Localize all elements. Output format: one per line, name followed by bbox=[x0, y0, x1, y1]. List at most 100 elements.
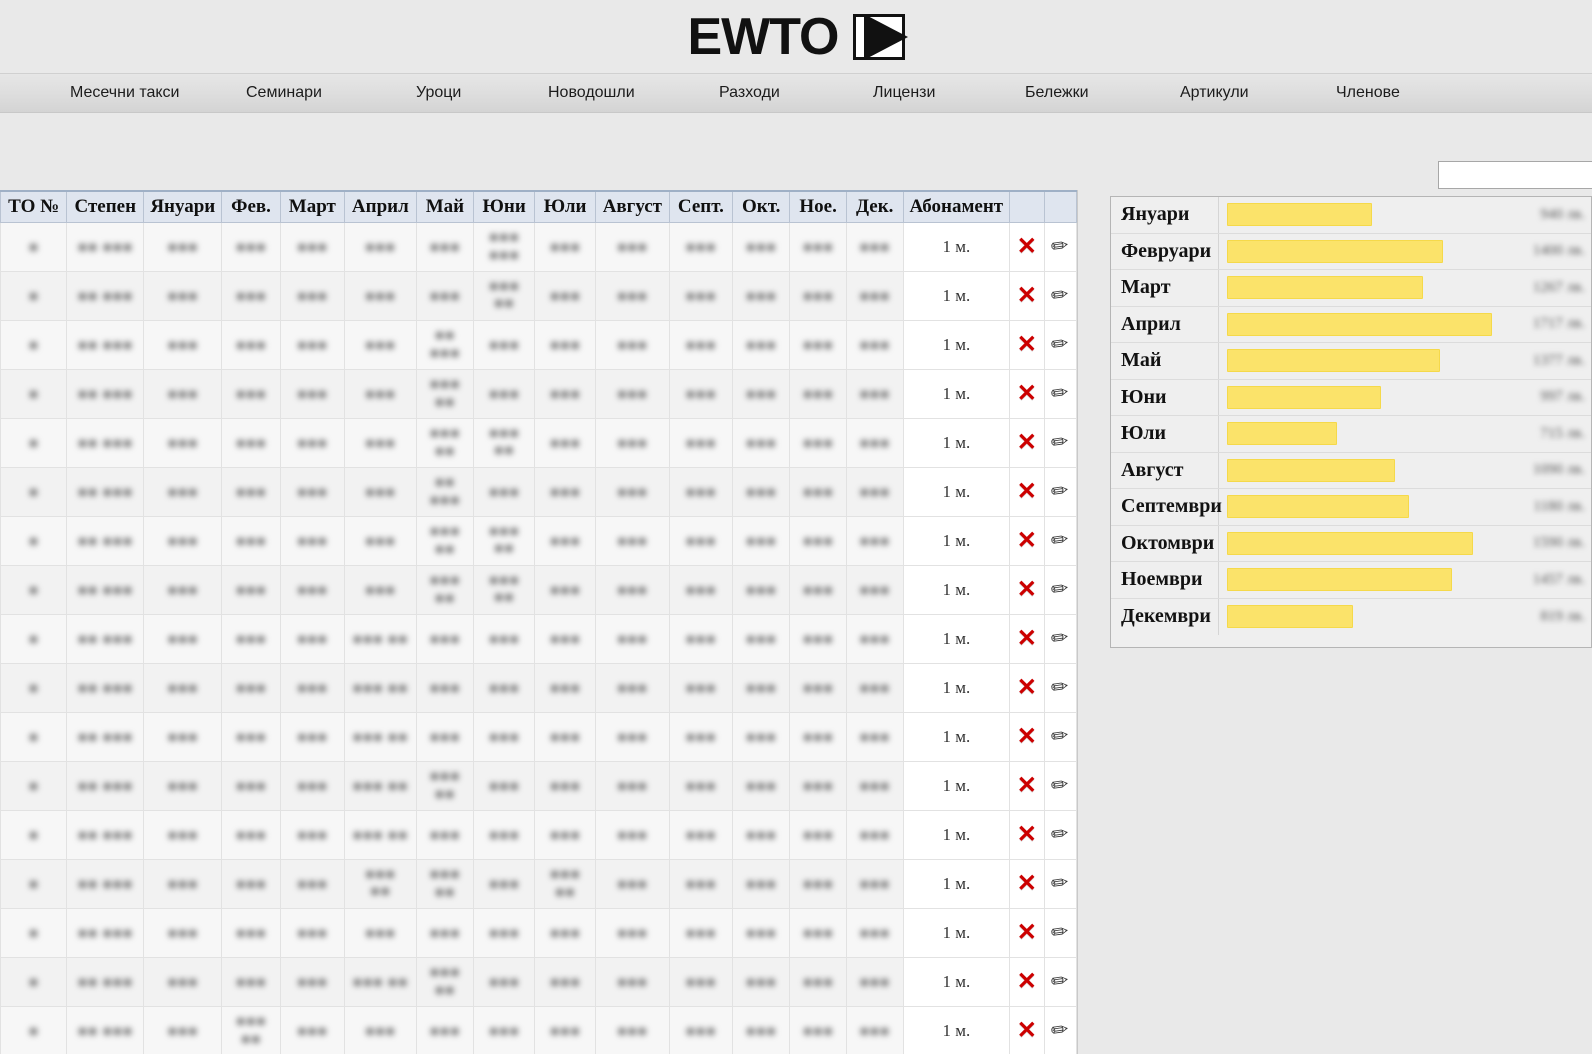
table-row[interactable]: ● ●● ●●● ●●● ●●● ●●● ●●● ●● ●●● ●● ●●● ●●● ●●● ●●●… bbox=[0, 761, 1077, 811]
edit-row-button[interactable]: ✏ bbox=[1043, 859, 1077, 909]
column-header-aug[interactable]: Август bbox=[594, 190, 670, 223]
edit-row-button[interactable]: ✏ bbox=[1043, 1006, 1077, 1054]
close-icon[interactable]: ✕ bbox=[1017, 382, 1037, 406]
table-row[interactable]: ● ●● ●●● ●●● ●●● ●●● ●●● ●● ●●● ●●● ●●● ●●● ●●● ●●●… bbox=[0, 320, 1077, 370]
table-row[interactable]: ● ●● ●●● ●●● ●●● ●●● ●●● ●● ●●● ●●● ●●● ●●● ●●● ●●●… bbox=[0, 467, 1077, 517]
pencil-icon[interactable]: ✏ bbox=[1050, 282, 1071, 308]
close-icon[interactable]: ✕ bbox=[1017, 725, 1037, 749]
edit-row-button[interactable]: ✏ bbox=[1043, 222, 1077, 272]
nav-item-5[interactable]: Разходи bbox=[719, 84, 780, 102]
close-icon[interactable]: ✕ bbox=[1017, 823, 1037, 847]
column-header-oct[interactable]: Окт. bbox=[732, 190, 791, 223]
delete-row-button[interactable]: ✕ bbox=[1009, 418, 1045, 468]
edit-row-button[interactable]: ✏ bbox=[1043, 516, 1077, 566]
close-icon[interactable]: ✕ bbox=[1017, 235, 1037, 259]
table-row[interactable]: ●●● ●●●●●●●●●●●●●●●●●●●●● ●●●●●●●●●●●●●●… bbox=[0, 222, 1077, 272]
members-table-container[interactable]: ТО № Степен Януари Фев. Март Април Май Юни Юли Ав… bbox=[0, 190, 1078, 1054]
column-header-degree[interactable]: Степен bbox=[66, 190, 145, 223]
close-icon[interactable]: ✕ bbox=[1017, 529, 1037, 553]
delete-row-button[interactable]: ✕ bbox=[1009, 1006, 1045, 1054]
delete-row-button[interactable]: ✕ bbox=[1009, 712, 1045, 762]
delete-row-button[interactable]: ✕ bbox=[1009, 810, 1045, 860]
table-row[interactable]: ● ●● ●●● ●●● ●●● ●●● ●●● ●●● ●● ●●● ●●● ●●● ●●● ●●●… bbox=[0, 369, 1077, 419]
delete-row-button[interactable]: ✕ bbox=[1009, 859, 1045, 909]
delete-row-button[interactable]: ✕ bbox=[1009, 565, 1045, 615]
table-row[interactable]: ● ●● ●●● ●●● ●●● ●●● ●●● ●●● ●● ●●● ●● ●●● ●●● ●●●… bbox=[0, 418, 1077, 468]
pencil-icon[interactable]: ✏ bbox=[1050, 772, 1071, 798]
column-header-may[interactable]: Май bbox=[415, 190, 475, 223]
pencil-icon[interactable]: ✏ bbox=[1050, 870, 1071, 896]
edit-row-button[interactable]: ✏ bbox=[1043, 320, 1077, 370]
edit-row-button[interactable]: ✏ bbox=[1043, 369, 1077, 419]
close-icon[interactable]: ✕ bbox=[1017, 431, 1037, 455]
table-row[interactable]: ● ●● ●●● ●●● ●●● ●●● ●●● ●● ●●● ●●● ●●● ●●● ●●● ●●●… bbox=[0, 712, 1077, 762]
column-header-dec[interactable]: Дек. bbox=[845, 190, 904, 223]
close-icon[interactable]: ✕ bbox=[1017, 676, 1037, 700]
delete-row-button[interactable]: ✕ bbox=[1009, 761, 1045, 811]
nav-item-6[interactable]: Лицензи bbox=[873, 84, 935, 102]
edit-row-button[interactable]: ✏ bbox=[1043, 957, 1077, 1007]
pencil-icon[interactable]: ✏ bbox=[1050, 968, 1071, 994]
table-row[interactable]: ● ●● ●●● ●●● ●●● ●●● ●●● ●● ●●● ●●● ●●● ●●● ●●● ●●●… bbox=[0, 614, 1077, 664]
delete-row-button[interactable]: ✕ bbox=[1009, 369, 1045, 419]
pencil-icon[interactable]: ✏ bbox=[1050, 723, 1071, 749]
close-icon[interactable]: ✕ bbox=[1017, 774, 1037, 798]
pencil-icon[interactable]: ✏ bbox=[1050, 331, 1071, 357]
table-row[interactable]: ● ●● ●●● ●●● ●●● ●●● ●●● ●●● ●● ●●● ●● ●●● ●●● ●●●… bbox=[0, 565, 1077, 615]
pencil-icon[interactable]: ✏ bbox=[1050, 674, 1071, 700]
pencil-icon[interactable]: ✏ bbox=[1050, 576, 1071, 602]
close-icon[interactable]: ✕ bbox=[1017, 627, 1037, 651]
delete-row-button[interactable]: ✕ bbox=[1009, 320, 1045, 370]
nav-item-9[interactable]: Членове bbox=[1336, 84, 1400, 102]
column-header-subscription[interactable]: Абонамент bbox=[902, 190, 1011, 223]
pencil-icon[interactable]: ✏ bbox=[1050, 625, 1071, 651]
column-header-jul[interactable]: Юли bbox=[534, 190, 596, 223]
edit-row-button[interactable]: ✏ bbox=[1043, 663, 1077, 713]
delete-row-button[interactable]: ✕ bbox=[1009, 663, 1045, 713]
edit-row-button[interactable]: ✏ bbox=[1043, 614, 1077, 664]
column-header-jun[interactable]: Юни bbox=[473, 190, 536, 223]
pencil-icon[interactable]: ✏ bbox=[1050, 821, 1071, 847]
close-icon[interactable]: ✕ bbox=[1017, 333, 1037, 357]
delete-row-button[interactable]: ✕ bbox=[1009, 614, 1045, 664]
delete-row-button[interactable]: ✕ bbox=[1009, 222, 1045, 272]
delete-row-button[interactable]: ✕ bbox=[1009, 516, 1045, 566]
pencil-icon[interactable]: ✏ bbox=[1050, 1017, 1071, 1043]
close-icon[interactable]: ✕ bbox=[1017, 921, 1037, 945]
column-header-apr[interactable]: Април bbox=[343, 190, 417, 223]
nav-item-8[interactable]: Артикули bbox=[1180, 84, 1249, 102]
column-header-mar[interactable]: Март bbox=[279, 190, 345, 223]
pencil-icon[interactable]: ✏ bbox=[1050, 380, 1071, 406]
nav-item-4[interactable]: Новодошли bbox=[548, 84, 635, 102]
edit-row-button[interactable]: ✏ bbox=[1043, 761, 1077, 811]
edit-row-button[interactable]: ✏ bbox=[1043, 271, 1077, 321]
delete-row-button[interactable]: ✕ bbox=[1009, 908, 1045, 958]
edit-row-button[interactable]: ✏ bbox=[1043, 565, 1077, 615]
pencil-icon[interactable]: ✏ bbox=[1050, 233, 1071, 259]
delete-row-button[interactable]: ✕ bbox=[1009, 957, 1045, 1007]
table-row[interactable]: ● ●● ●●● ●●● ●●● ●●● ●●● ●●● ●● ●●● ●● ●●● ●●● ●●●… bbox=[0, 516, 1077, 566]
close-icon[interactable]: ✕ bbox=[1017, 578, 1037, 602]
nav-item-2[interactable]: Семинари bbox=[246, 84, 322, 102]
edit-row-button[interactable]: ✏ bbox=[1043, 467, 1077, 517]
pencil-icon[interactable]: ✏ bbox=[1050, 919, 1071, 945]
close-icon[interactable]: ✕ bbox=[1017, 872, 1037, 896]
close-icon[interactable]: ✕ bbox=[1017, 970, 1037, 994]
table-row[interactable]: ● ●● ●●● ●●● ●●● ●●● ●●● ●● ●●● ●● ●●● ●●● ●●● ●●●… bbox=[0, 957, 1077, 1007]
nav-item-3[interactable]: Уроци bbox=[416, 84, 461, 102]
table-row[interactable]: ●●● ●●●●●●●●●●●●●●●●●●●●● ●●●●●●●●●●●●●●… bbox=[0, 271, 1077, 321]
column-header-jan[interactable]: Януари bbox=[143, 190, 223, 223]
nav-item-7[interactable]: Бележки bbox=[1025, 84, 1089, 102]
edit-row-button[interactable]: ✏ bbox=[1043, 908, 1077, 958]
table-row[interactable]: ● ●● ●●● ●●● ●●● ●● ●●● ●●● ●●● ●●● ●●● ●●● ●●● ●●●… bbox=[0, 1006, 1077, 1054]
table-row[interactable]: ● ●● ●●● ●●● ●●● ●●● ●●● ●● ●●● ●●● ●●● ●●● ●●● ●●●… bbox=[0, 810, 1077, 860]
column-header-nov[interactable]: Ное. bbox=[789, 190, 847, 223]
close-icon[interactable]: ✕ bbox=[1017, 1019, 1037, 1043]
table-row[interactable]: ● ●● ●●● ●●● ●●● ●●● ●●● ●●● ●●● ●●● ●●● ●●● ●●● ●●●… bbox=[0, 908, 1077, 958]
pencil-icon[interactable]: ✏ bbox=[1050, 429, 1071, 455]
column-header-sep[interactable]: Септ. bbox=[668, 190, 734, 223]
column-header-ewto_no[interactable]: ТО № bbox=[0, 190, 68, 223]
nav-item-1[interactable]: Месечни такси bbox=[70, 84, 180, 102]
edit-row-button[interactable]: ✏ bbox=[1043, 712, 1077, 762]
table-row[interactable]: ● ●● ●●● ●●● ●●● ●●● ●●● ●● ●●● ●●● ●●● ●●● ●●● ●●●… bbox=[0, 663, 1077, 713]
